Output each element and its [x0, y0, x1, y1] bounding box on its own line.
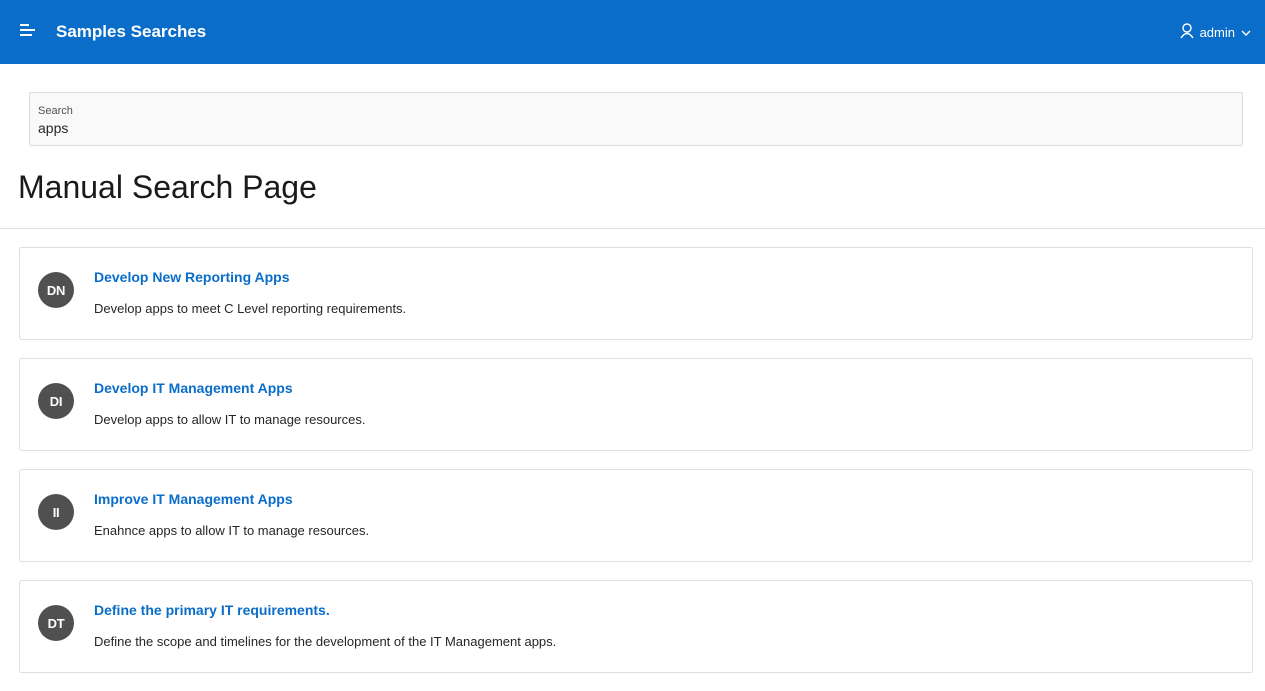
- avatar: II: [38, 494, 74, 530]
- result-title-link[interactable]: Develop New Reporting Apps: [94, 269, 290, 285]
- search-region: Search Manual Search Page: [0, 64, 1265, 229]
- avatar: DT: [38, 605, 74, 641]
- hamburger-menu-icon: [20, 23, 36, 42]
- result-title-link[interactable]: Improve IT Management Apps: [94, 491, 293, 507]
- app-title[interactable]: Samples Searches: [56, 22, 206, 42]
- result-description: Develop apps to meet C Level reporting r…: [94, 301, 407, 316]
- result-card: DT Define the primary IT requirements. D…: [19, 580, 1253, 673]
- user-name: admin: [1199, 24, 1235, 40]
- search-field[interactable]: Search: [29, 92, 1243, 146]
- user-menu-button[interactable]: admin: [1179, 0, 1251, 64]
- result-title-link[interactable]: Define the primary IT requirements.: [94, 602, 330, 618]
- menu-toggle-button[interactable]: [0, 0, 56, 64]
- result-description: Enahnce apps to allow IT to manage resou…: [94, 523, 370, 538]
- result-title-link[interactable]: Develop IT Management Apps: [94, 380, 293, 396]
- user-icon: [1179, 22, 1194, 42]
- result-card: DI Develop IT Management Apps Develop ap…: [19, 358, 1253, 451]
- result-description: Develop apps to allow IT to manage resou…: [94, 412, 366, 427]
- chevron-down-icon: [1241, 25, 1251, 40]
- avatar: DI: [38, 383, 74, 419]
- result-card: II Improve IT Management Apps Enahnce ap…: [19, 469, 1253, 562]
- result-card: DN Develop New Reporting Apps Develop ap…: [19, 247, 1253, 340]
- result-description: Define the scope and timelines for the d…: [94, 634, 557, 649]
- page-title: Manual Search Page: [18, 169, 317, 205]
- top-navigation-bar: Samples Searches admin: [0, 0, 1265, 64]
- search-results-list: DN Develop New Reporting Apps Develop ap…: [19, 247, 1253, 691]
- search-input[interactable]: [38, 119, 1234, 137]
- search-label: Search: [38, 105, 73, 117]
- avatar: DN: [38, 272, 74, 308]
